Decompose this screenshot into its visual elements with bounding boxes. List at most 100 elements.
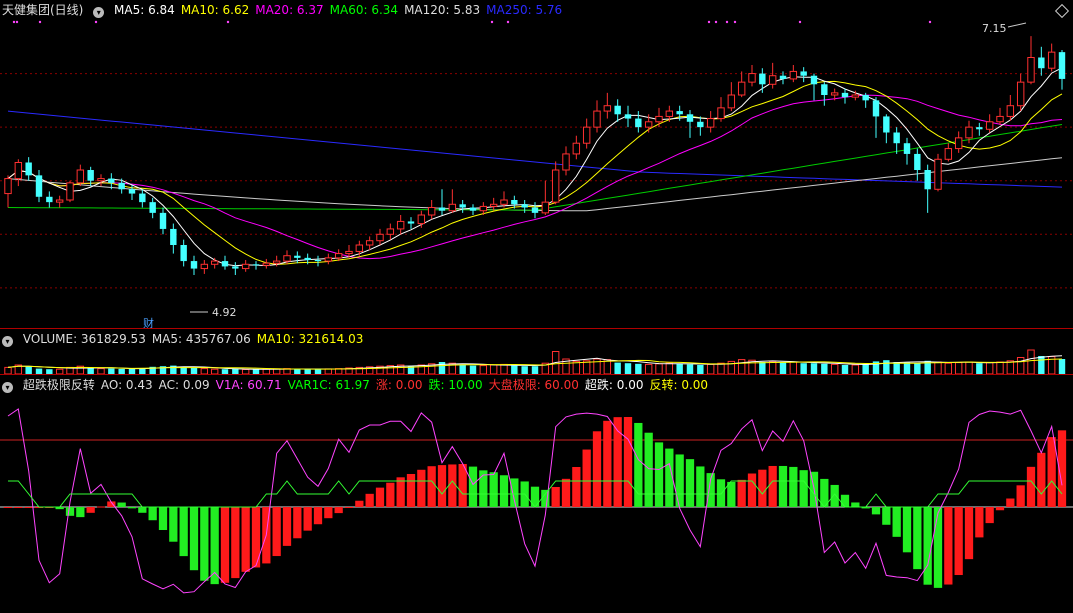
ao-bar bbox=[96, 506, 106, 508]
ao-bar bbox=[427, 466, 436, 507]
ao-bar bbox=[623, 417, 633, 507]
ma-label-0: MA5: 6.84 bbox=[114, 3, 175, 17]
ao-bar bbox=[592, 431, 602, 507]
candle-body bbox=[180, 245, 187, 262]
candle-body bbox=[376, 233, 384, 242]
candle-body bbox=[87, 170, 94, 181]
indicator-chart[interactable] bbox=[0, 375, 1073, 613]
ma-labels: MA5: 6.84 MA10: 6.62 MA20: 6.37 MA60: 6.34 M… bbox=[114, 3, 568, 17]
volume-bar bbox=[821, 363, 828, 374]
indicator-label-6: 跌: 10.00 bbox=[428, 378, 483, 392]
volume-bar bbox=[511, 365, 518, 374]
settings-circle-icon[interactable]: ▾ bbox=[93, 7, 105, 18]
ao-bar bbox=[737, 479, 746, 507]
volume-bar bbox=[789, 361, 798, 375]
candle-body bbox=[438, 207, 446, 211]
candle-body bbox=[768, 75, 777, 85]
ao-bar bbox=[293, 507, 302, 539]
volume-bar bbox=[25, 366, 32, 374]
volume-bar bbox=[635, 363, 642, 374]
candle-body bbox=[717, 107, 725, 120]
top-marker bbox=[707, 20, 711, 24]
ao-bar bbox=[241, 507, 250, 572]
candle-body bbox=[541, 201, 550, 214]
volume-bar bbox=[469, 365, 477, 374]
volume-bar bbox=[883, 360, 890, 374]
candle-body bbox=[448, 203, 457, 212]
volume-bar bbox=[976, 363, 983, 374]
candle-body bbox=[924, 170, 931, 190]
volume-label-0: VOLUME: 361829.53 bbox=[22, 332, 146, 346]
ao-bar bbox=[3, 507, 13, 508]
indicator-label-2: AC: 0.09 bbox=[158, 378, 210, 392]
volume-bar bbox=[810, 363, 818, 374]
ao-bar bbox=[675, 454, 684, 507]
ao-bar bbox=[975, 507, 984, 538]
ao-bar bbox=[65, 507, 75, 516]
settings-circle-icon[interactable]: ▾ bbox=[2, 336, 13, 347]
candle-body bbox=[459, 204, 466, 208]
volume-bar bbox=[479, 365, 488, 375]
ma-label-2: MA20: 6.37 bbox=[255, 3, 324, 17]
candle-body bbox=[562, 153, 570, 171]
candle-body bbox=[314, 260, 322, 262]
candle-body bbox=[903, 143, 911, 154]
ao-bar bbox=[551, 487, 560, 507]
candle-body bbox=[283, 255, 291, 262]
candle-body bbox=[883, 116, 890, 133]
ao-bar bbox=[696, 466, 705, 507]
ao-bar bbox=[768, 465, 777, 507]
volume-bar bbox=[985, 362, 994, 375]
settings-circle-icon[interactable]: ▾ bbox=[2, 382, 13, 393]
candle-body bbox=[128, 189, 136, 194]
top-marker bbox=[714, 20, 718, 24]
indicator-label-1: AO: 0.43 bbox=[100, 378, 153, 392]
volume-bar bbox=[697, 365, 704, 374]
indicator-pane[interactable]: ▾ 超跌极限反转 AO: 0.43 AC: 0.09 V1A: 60.71 VAR1C:… bbox=[0, 375, 1073, 613]
ao-bar bbox=[1026, 466, 1036, 507]
top-marker bbox=[798, 20, 802, 24]
candle-body bbox=[417, 214, 426, 225]
volume-bar bbox=[759, 362, 766, 374]
ao-bar bbox=[1006, 498, 1015, 507]
candle-body bbox=[190, 261, 198, 269]
candle-body bbox=[294, 255, 301, 258]
volume-bar bbox=[830, 363, 839, 375]
ao-bar bbox=[603, 420, 612, 507]
candle-body bbox=[407, 221, 415, 224]
candle-body bbox=[55, 199, 64, 203]
volume-bar bbox=[768, 360, 777, 375]
volume-bar bbox=[1006, 360, 1015, 375]
ao-bar bbox=[923, 507, 932, 585]
candle-body bbox=[221, 261, 229, 267]
ao-bar bbox=[799, 470, 808, 507]
volume-bar bbox=[779, 362, 787, 374]
ao-bar bbox=[303, 507, 312, 531]
candle-body bbox=[697, 121, 704, 128]
volume-bar bbox=[706, 363, 715, 375]
ao-bar bbox=[758, 469, 767, 507]
candle-body bbox=[14, 162, 23, 180]
volume-bar bbox=[996, 361, 1004, 375]
ao-bar bbox=[14, 507, 23, 508]
volume-bar bbox=[851, 364, 860, 375]
volume-bar bbox=[1016, 357, 1025, 375]
candle-body bbox=[665, 110, 674, 117]
indicator-label-7: 大盘极限: 60.00 bbox=[488, 378, 579, 392]
ao-bar bbox=[944, 507, 953, 585]
candle-body bbox=[4, 178, 12, 195]
candle-body bbox=[572, 142, 581, 155]
candle-body bbox=[345, 250, 353, 255]
ao-bar bbox=[840, 494, 850, 507]
ma-label-1: MA10: 6.62 bbox=[180, 3, 250, 17]
volume-pane[interactable]: ▾ VOLUME: 361829.53 MA5: 435767.06 MA10: 3… bbox=[0, 329, 1073, 375]
volume-header: ▾ VOLUME: 361829.53 MA5: 435767.06 MA10: 3… bbox=[2, 331, 375, 347]
price-pane[interactable]: 天健集团(日线) ▾ MA5: 6.84 MA10: 6.62 MA20: 6.37… bbox=[0, 0, 1073, 330]
indicator-label-9: 反转: 0.00 bbox=[649, 378, 709, 392]
candle-body bbox=[893, 132, 900, 144]
ao-bar bbox=[417, 469, 426, 507]
candlestick-chart[interactable] bbox=[0, 0, 1073, 328]
ao-bar bbox=[871, 507, 881, 515]
candle-body bbox=[779, 75, 787, 79]
top-marker bbox=[15, 20, 19, 24]
